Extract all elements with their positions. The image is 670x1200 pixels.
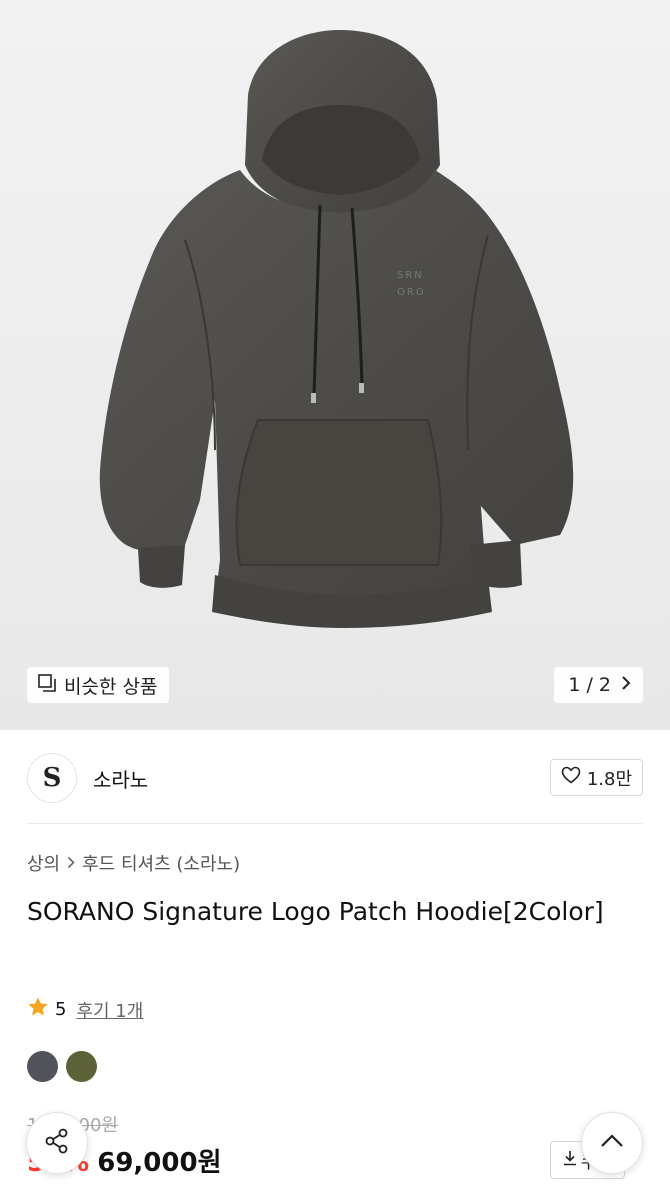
copy-icon (37, 673, 57, 698)
brand-name[interactable]: 소라노 (93, 764, 148, 793)
chevron-right-icon (621, 674, 631, 696)
like-count: 1.8만 (586, 768, 632, 790)
breadcrumb-subcategory[interactable]: 후드 티셔츠 (소라노) (82, 850, 240, 876)
pagination-text: 1 / 2 (568, 674, 611, 696)
brand-logo[interactable]: S (27, 753, 77, 803)
similar-products-button[interactable]: 비슷한 상품 (27, 667, 170, 703)
divider (27, 823, 643, 824)
brand-row[interactable]: S 소라노 1.8만 (27, 752, 643, 804)
chevron-up-icon (599, 1133, 625, 1153)
brand-logo-letter: S (42, 763, 62, 793)
like-button[interactable]: 1.8만 (549, 759, 643, 796)
star-icon (27, 996, 49, 1023)
breadcrumb-category[interactable]: 상의 (27, 850, 60, 876)
download-icon (563, 1150, 577, 1171)
breadcrumb: 상의 후드 티셔츠 (소라노) (27, 850, 240, 876)
product-image: SRN ORO (99, 30, 574, 628)
share-icon (43, 1127, 71, 1159)
rating-value: 5 (55, 999, 67, 1020)
chevron-right-icon (67, 853, 75, 874)
review-count-link[interactable]: 후기 1개 (76, 997, 143, 1023)
rating-row[interactable]: 5 후기 1개 (27, 996, 143, 1023)
sale-price: 69,000원 (97, 1148, 222, 1178)
chest-logo-line1: SRN (397, 270, 424, 281)
share-button[interactable] (26, 1112, 88, 1174)
color-swatch-charcoal[interactable] (27, 1051, 58, 1082)
color-swatch-khaki[interactable] (66, 1051, 97, 1082)
chest-logo-line2: ORO (397, 287, 426, 298)
color-swatches (27, 1051, 97, 1082)
heart-icon (561, 766, 581, 789)
product-image-gallery[interactable]: SRN ORO 비슷한 상품 1 / 2 (0, 0, 670, 730)
gallery-pagination[interactable]: 1 / 2 (554, 667, 643, 703)
similar-products-label: 비슷한 상품 (64, 675, 158, 698)
product-title: SORANO Signature Logo Patch Hoodie[2Colo… (27, 897, 604, 926)
scroll-to-top-button[interactable] (581, 1112, 643, 1174)
